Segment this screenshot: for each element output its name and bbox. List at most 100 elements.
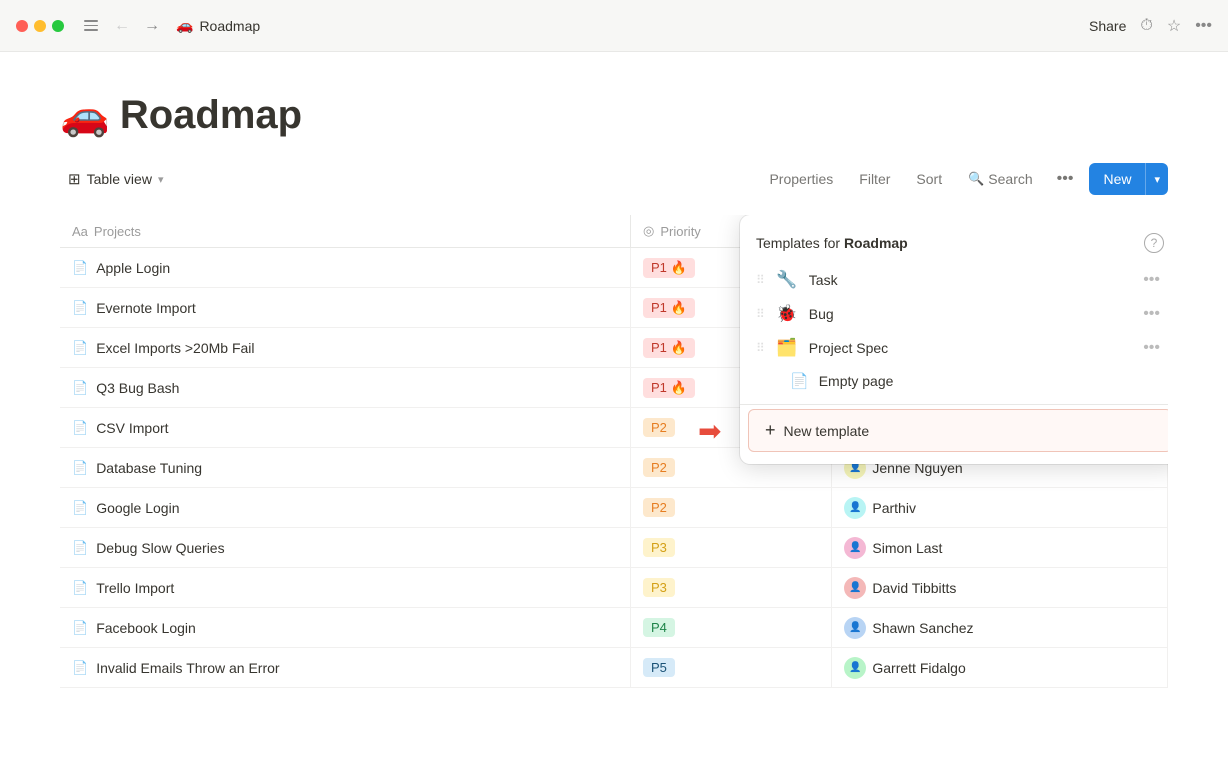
page-title-text: Roadmap [120, 93, 302, 138]
table-view-label: Table view [87, 171, 152, 187]
project-cell: 📄 Database Tuning [60, 448, 631, 488]
new-template-label: New template [784, 423, 870, 439]
manager-cell: 👤 Garrett Fidalgo [832, 648, 1168, 688]
manager-name: Garrett Fidalgo [872, 660, 965, 676]
table-view-button[interactable]: ⊞ Table view ▾ [60, 166, 171, 192]
priority-cell: P2 [631, 488, 832, 528]
project-spec-template-label: Project Spec [809, 340, 1129, 356]
plus-icon: + [765, 420, 776, 441]
new-button[interactable]: New [1089, 163, 1145, 195]
titlebar-right: Share ⏱ ☆ ••• [1089, 16, 1212, 36]
manager-cell: 👤 David Tibbitts [832, 568, 1168, 608]
new-button-group: New ▾ [1089, 163, 1168, 195]
priority-col-icon: ◎ [643, 223, 654, 239]
doc-icon: 📄 [72, 420, 88, 436]
table-row[interactable]: 📄 Facebook Login P4 👤 Shawn Sanchez [60, 608, 1168, 648]
drag-handle: ⠿ [756, 307, 765, 321]
table-row[interactable]: 📄 Invalid Emails Throw an Error P5 👤 Gar… [60, 648, 1168, 688]
empty-page-label: Empty page [819, 373, 894, 389]
table-row[interactable]: 📄 Trello Import P3 👤 David Tibbitts [60, 568, 1168, 608]
toolbar: ⊞ Table view ▾ Properties Filter Sort 🔍 … [60, 163, 1168, 203]
project-spec-template-more[interactable]: ••• [1139, 339, 1164, 357]
share-button[interactable]: Share [1089, 18, 1126, 34]
bug-template-label: Bug [809, 306, 1129, 322]
project-name: CSV Import [96, 420, 168, 436]
drag-handle: ⠿ [756, 341, 765, 355]
avatar: 👤 [844, 537, 866, 559]
priority-cell: P5 [631, 648, 832, 688]
breadcrumb-icon: 🚗 [176, 17, 193, 34]
manager-cell: 👤 Simon Last [832, 528, 1168, 568]
doc-icon: 📄 [72, 340, 88, 356]
nav-arrows: ← → [110, 15, 164, 37]
doc-icon: 📄 [72, 380, 88, 396]
search-button[interactable]: 🔍 Search [960, 167, 1041, 191]
history-icon[interactable]: ⏱ [1140, 17, 1152, 35]
hamburger-menu[interactable] [84, 20, 98, 31]
priority-badge: P1 🔥 [643, 258, 695, 278]
empty-page-icon: 📄 [790, 372, 809, 390]
new-template-button[interactable]: + New template [748, 409, 1168, 452]
project-name: Database Tuning [96, 460, 202, 476]
chevron-down-icon: ▾ [1154, 173, 1160, 186]
arrow-indicator: ➡ [698, 414, 721, 447]
back-arrow[interactable]: ← [110, 15, 134, 37]
project-cell: 📄 Facebook Login [60, 608, 631, 648]
doc-icon: 📄 [72, 260, 88, 276]
table-wrapper: Aa Projects ◎ Priority 👤 Product [60, 215, 1168, 688]
template-item-project-spec[interactable]: ⠿ 🗂️ Project Spec ••• [740, 331, 1168, 365]
project-name: Invalid Emails Throw an Error [96, 660, 279, 676]
toolbar-right: Properties Filter Sort 🔍 Search ••• New … [761, 163, 1168, 195]
minimize-button[interactable] [34, 20, 46, 32]
toolbar-left: ⊞ Table view ▾ [60, 166, 171, 192]
help-button[interactable]: ? [1144, 233, 1164, 253]
template-item-task[interactable]: ⠿ 🔧 Task ••• [740, 263, 1168, 297]
traffic-lights [16, 20, 64, 32]
maximize-button[interactable] [52, 20, 64, 32]
toolbar-more-button[interactable]: ••• [1051, 168, 1080, 190]
forward-arrow[interactable]: → [140, 15, 164, 37]
table-row[interactable]: 📄 Debug Slow Queries P3 👤 Simon Last [60, 528, 1168, 568]
project-name: Evernote Import [96, 300, 196, 316]
priority-badge: P1 🔥 [643, 338, 695, 358]
project-name: Facebook Login [96, 620, 196, 636]
breadcrumb-text: Roadmap [199, 18, 260, 34]
task-template-icon: 🔧 [775, 270, 799, 290]
manager-name: Simon Last [872, 540, 942, 556]
doc-icon: 📄 [72, 460, 88, 476]
empty-page-item[interactable]: 📄 Empty page [740, 365, 1168, 400]
manager-name: Shawn Sanchez [872, 620, 973, 636]
avatar: 👤 [844, 577, 866, 599]
chevron-down-icon: ▾ [158, 173, 164, 186]
templates-dropdown: Templates for Roadmap ? ⠿ 🔧 Task ••• ⠿ 🐞… [740, 215, 1168, 464]
titlebar: ← → 🚗 Roadmap Share ⏱ ☆ ••• [0, 0, 1228, 52]
filter-button[interactable]: Filter [851, 167, 898, 191]
project-cell: 📄 Debug Slow Queries [60, 528, 631, 568]
col-header-projects: Aa Projects [60, 215, 631, 248]
template-item-bug[interactable]: ⠿ 🐞 Bug ••• [740, 297, 1168, 331]
close-button[interactable] [16, 20, 28, 32]
properties-button[interactable]: Properties [761, 167, 841, 191]
project-name: Q3 Bug Bash [96, 380, 179, 396]
doc-icon: 📄 [72, 540, 88, 556]
bug-template-more[interactable]: ••• [1139, 305, 1164, 323]
task-template-more[interactable]: ••• [1139, 271, 1164, 289]
new-dropdown-button[interactable]: ▾ [1145, 163, 1168, 195]
sort-button[interactable]: Sort [908, 167, 950, 191]
table-grid-icon: ⊞ [68, 170, 81, 188]
star-icon[interactable]: ☆ [1167, 16, 1181, 36]
project-cell: 📄 Trello Import [60, 568, 631, 608]
drag-handle: ⠿ [756, 273, 765, 287]
manager-cell: 👤 Parthiv [832, 488, 1168, 528]
page-emoji: 🚗 [60, 92, 110, 139]
priority-badge: P2 [643, 418, 675, 437]
project-cell: 📄 Apple Login [60, 248, 631, 288]
doc-icon: 📄 [72, 620, 88, 636]
project-cell: 📄 Evernote Import [60, 288, 631, 328]
more-icon[interactable]: ••• [1195, 17, 1212, 35]
table-row[interactable]: 📄 Google Login P2 👤 Parthiv [60, 488, 1168, 528]
project-cell: 📄 Q3 Bug Bash [60, 368, 631, 408]
project-cell: 📄 Excel Imports >20Mb Fail [60, 328, 631, 368]
priority-badge: P4 [643, 618, 675, 637]
project-spec-template-icon: 🗂️ [775, 338, 799, 358]
